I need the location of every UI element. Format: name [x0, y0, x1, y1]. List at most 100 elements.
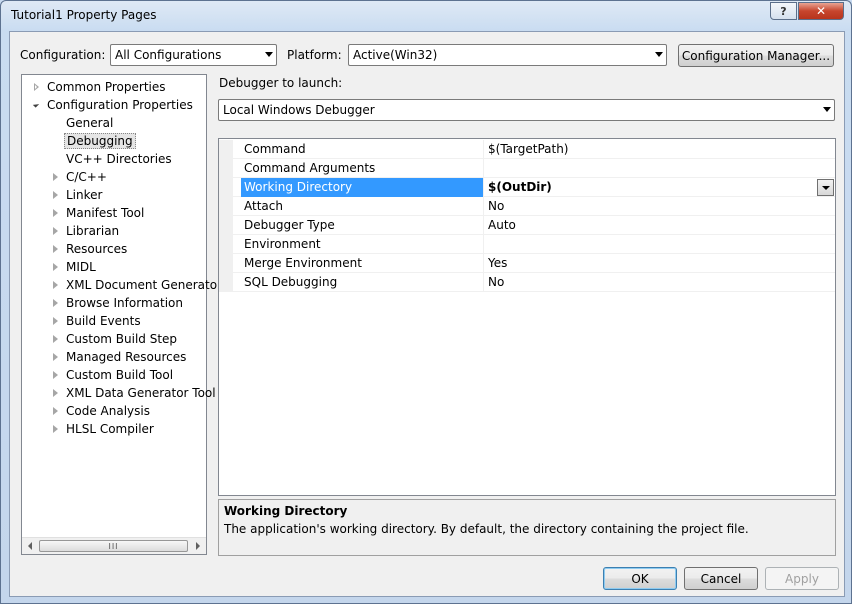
configuration-manager-button[interactable]: Configuration Manager...: [678, 44, 834, 67]
tree-horizontal-scrollbar[interactable]: III: [22, 537, 206, 554]
tree-item[interactable]: Debugging: [53, 132, 136, 150]
chevron-down-icon: [655, 52, 663, 57]
property-value[interactable]: No: [485, 273, 833, 292]
property-row[interactable]: Attach No: [219, 197, 835, 216]
tree-item-label: Custom Build Step: [66, 332, 178, 346]
tree-item[interactable]: Linker: [53, 186, 104, 204]
value-dropdown-button[interactable]: [817, 179, 834, 196]
apply-button[interactable]: Apply: [765, 567, 839, 590]
property-row[interactable]: Command $(TargetPath): [219, 140, 835, 159]
tree-item[interactable]: Managed Resources: [53, 348, 188, 366]
close-button[interactable]: ✕: [798, 2, 844, 20]
tree-item[interactable]: General: [53, 114, 115, 132]
configuration-dropdown[interactable]: All Configurations: [110, 44, 277, 66]
debugger-value: Local Windows Debugger: [223, 103, 375, 117]
tree-item-label: MIDL: [66, 260, 96, 274]
tree-item-label: Managed Resources: [66, 350, 187, 364]
property-row[interactable]: Command Arguments: [219, 159, 835, 178]
collapsed-arrow-icon[interactable]: [53, 281, 58, 289]
chevron-down-icon: [823, 107, 831, 112]
tree-item-label: HLSL Compiler: [66, 422, 154, 436]
property-tree[interactable]: Common Properties Configuration Propertie…: [21, 74, 222, 555]
property-row[interactable]: Environment: [219, 235, 835, 254]
property-value[interactable]: [485, 235, 833, 254]
scroll-left-icon[interactable]: [28, 542, 32, 550]
row-gutter: [219, 216, 233, 235]
collapsed-arrow-icon[interactable]: [53, 317, 58, 325]
tree-item[interactable]: Configuration Properties: [32, 96, 195, 114]
property-value[interactable]: No: [485, 197, 833, 216]
property-value[interactable]: $(OutDir): [485, 178, 833, 197]
property-row[interactable]: Merge Environment Yes: [219, 254, 835, 273]
tree-item[interactable]: Common Properties: [34, 78, 168, 96]
ok-button[interactable]: OK: [603, 567, 677, 590]
collapsed-arrow-icon[interactable]: [53, 425, 58, 433]
tree-item-label: Browse Information: [66, 296, 183, 310]
collapsed-arrow-icon[interactable]: [53, 407, 58, 415]
property-value[interactable]: Auto: [485, 216, 833, 235]
tree-item[interactable]: VC++ Directories: [53, 150, 174, 168]
property-row[interactable]: SQL Debugging No: [219, 273, 835, 292]
platform-label: Platform:: [287, 48, 342, 62]
title-bar: Tutorial1 Property Pages ? ✕: [1, 1, 851, 31]
collapsed-arrow-icon[interactable]: [53, 209, 58, 217]
tree-item[interactable]: XML Data Generator Tool: [53, 384, 218, 402]
tree-item[interactable]: Browse Information: [53, 294, 185, 312]
row-gutter: [219, 178, 233, 197]
description-panel: Working Directory The application's work…: [218, 499, 836, 556]
tree-item[interactable]: Build Events: [53, 312, 143, 330]
collapsed-arrow-icon[interactable]: [53, 263, 58, 271]
collapsed-arrow-icon[interactable]: [34, 83, 39, 91]
tree-item[interactable]: Custom Build Step: [53, 330, 179, 348]
tree-item[interactable]: Librarian: [53, 222, 121, 240]
collapsed-arrow-icon[interactable]: [53, 353, 58, 361]
scroll-right-icon[interactable]: [196, 542, 200, 550]
property-name[interactable]: Debugger Type: [241, 216, 484, 235]
tree-item[interactable]: Resources: [53, 240, 129, 258]
tree-item-label: XML Document Generator: [66, 278, 222, 292]
tree-item[interactable]: Custom Build Tool: [53, 366, 175, 384]
tree-item[interactable]: C/C++: [53, 168, 109, 186]
tree-item[interactable]: HLSL Compiler: [53, 420, 156, 438]
debugger-dropdown[interactable]: Local Windows Debugger: [218, 99, 835, 121]
collapsed-arrow-icon[interactable]: [53, 173, 58, 181]
collapsed-arrow-icon[interactable]: [53, 299, 58, 307]
property-name[interactable]: Merge Environment: [241, 254, 484, 273]
collapsed-arrow-icon[interactable]: [53, 191, 58, 199]
help-icon: ?: [780, 4, 787, 18]
property-name[interactable]: SQL Debugging: [241, 273, 484, 292]
collapsed-arrow-icon[interactable]: [53, 389, 58, 397]
cancel-button[interactable]: Cancel: [684, 567, 758, 590]
tree-item[interactable]: Code Analysis: [53, 402, 152, 420]
tree-item-label: Librarian: [66, 224, 120, 238]
property-name[interactable]: Working Directory: [241, 178, 484, 197]
tree-item-label: Code Analysis: [66, 404, 150, 418]
platform-dropdown[interactable]: Active(Win32): [348, 44, 667, 66]
property-value[interactable]: $(TargetPath): [485, 140, 833, 159]
tree-item[interactable]: XML Document Generator: [53, 276, 224, 294]
collapsed-arrow-icon[interactable]: [53, 227, 58, 235]
property-name[interactable]: Command Arguments: [241, 159, 484, 178]
expanded-arrow-icon[interactable]: [32, 101, 40, 108]
configuration-label: Configuration:: [20, 48, 106, 62]
close-icon: ✕: [815, 4, 827, 18]
property-name[interactable]: Attach: [241, 197, 484, 216]
tree-item[interactable]: Manifest Tool: [53, 204, 146, 222]
tree-item[interactable]: MIDL: [53, 258, 98, 276]
property-row[interactable]: Debugger Type Auto: [219, 216, 835, 235]
collapsed-arrow-icon[interactable]: [53, 335, 58, 343]
property-row[interactable]: Working Directory $(OutDir): [219, 178, 835, 197]
property-grid[interactable]: Command $(TargetPath) Command Arguments Wor…: [218, 138, 836, 496]
configuration-value: All Configurations: [115, 48, 222, 62]
collapsed-arrow-icon[interactable]: [53, 371, 58, 379]
help-button[interactable]: ?: [770, 2, 797, 20]
property-name[interactable]: Environment: [241, 235, 484, 254]
scroll-thumb[interactable]: III: [39, 540, 188, 552]
property-name[interactable]: Command: [241, 140, 484, 159]
collapsed-arrow-icon[interactable]: [53, 245, 58, 253]
scroll-grip: III: [108, 541, 119, 551]
property-value[interactable]: [485, 159, 833, 178]
row-gutter: [219, 273, 233, 292]
tree-item-label: C/C++: [66, 170, 107, 184]
property-value[interactable]: Yes: [485, 254, 833, 273]
